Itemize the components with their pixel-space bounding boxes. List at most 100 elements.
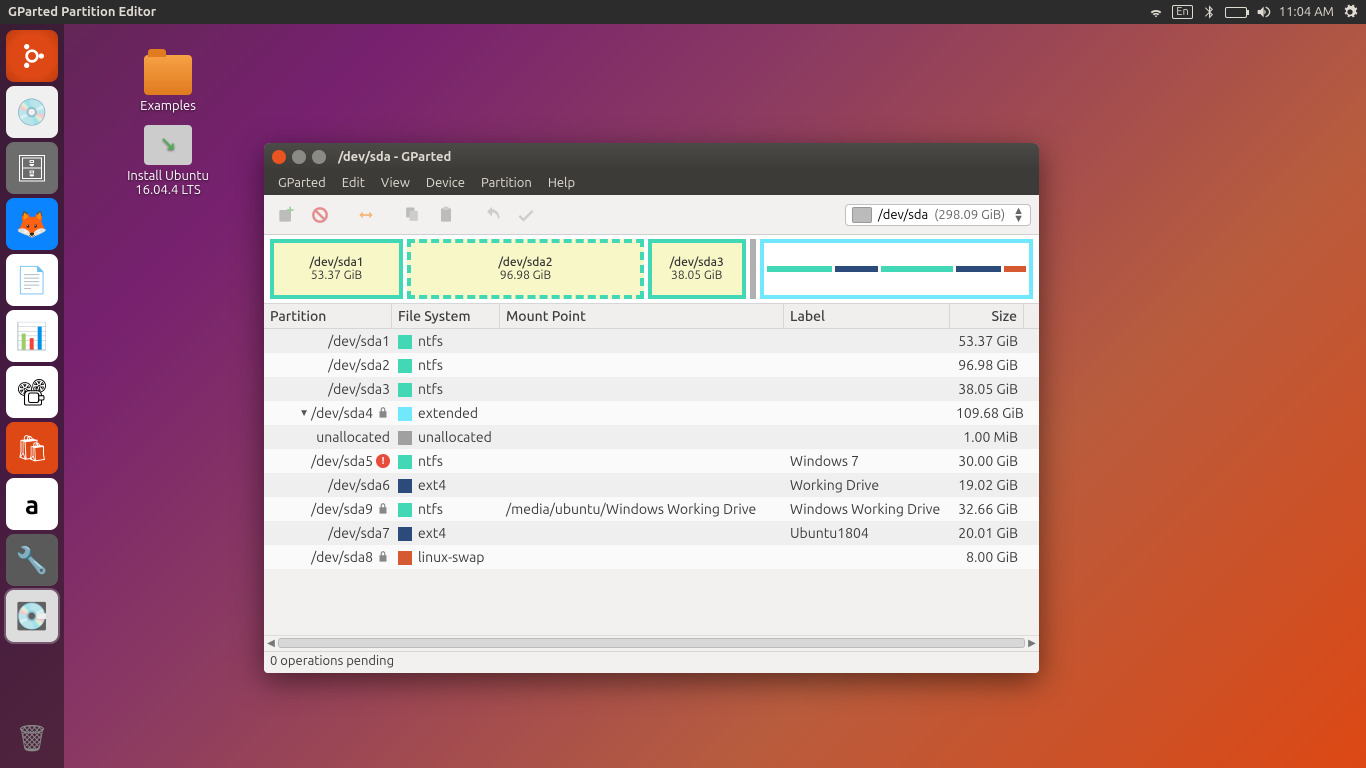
fs-swatch <box>398 335 412 349</box>
launcher-files[interactable]: 🗄 <box>6 142 58 194</box>
table-row[interactable]: /dev/sda5!ntfsWindows 730.00 GiB <box>264 449 1039 473</box>
graphic-block-sda3[interactable]: /dev/sda3 38.05 GiB <box>648 239 746 299</box>
bluetooth-icon[interactable] <box>1201 4 1217 20</box>
partition-label: Windows Working Drive <box>784 501 950 517</box>
fs-swatch <box>398 431 412 445</box>
partition-size: 1.00 MiB <box>950 429 1024 445</box>
partition-size: 53.37 GiB <box>950 333 1024 349</box>
graphic-sub-sda9[interactable] <box>881 266 952 272</box>
header-label[interactable]: Label <box>784 304 950 328</box>
launcher-calc[interactable]: 📊 <box>6 310 58 362</box>
graphic-sub-sda6[interactable] <box>835 266 879 272</box>
table-row[interactable]: ▼/dev/sda4extended109.68 GiB <box>264 401 1039 425</box>
status-text: 0 operations pending <box>270 654 394 668</box>
partition-size: 96.98 GiB <box>950 357 1024 373</box>
desktop-icon-examples[interactable]: Examples <box>118 55 218 113</box>
sound-icon[interactable] <box>1255 4 1271 20</box>
menu-device[interactable]: Device <box>418 176 473 190</box>
partition-label: Windows 7 <box>784 453 950 469</box>
new-partition-button[interactable] <box>272 201 300 229</box>
header-size[interactable]: Size <box>950 304 1024 328</box>
lock-icon <box>376 406 390 420</box>
table-row[interactable]: unallocatedunallocated1.00 MiB <box>264 425 1039 449</box>
delete-partition-button[interactable] <box>306 201 334 229</box>
fs-swatch <box>398 527 412 541</box>
language-indicator[interactable]: En <box>1172 5 1192 19</box>
graphic-block-unalloc[interactable] <box>750 239 756 299</box>
menu-view[interactable]: View <box>373 176 418 190</box>
launcher-writer[interactable]: 📄 <box>6 254 58 306</box>
titlebar[interactable]: /dev/sda - GParted <box>264 143 1039 171</box>
top-panel-title: GParted Partition Editor <box>8 5 156 19</box>
spinner-icon[interactable]: ▲▼ <box>1013 207 1024 223</box>
header-partition[interactable]: Partition <box>264 304 392 328</box>
partition-size: 20.01 GiB <box>950 525 1024 541</box>
undo-button[interactable] <box>478 201 506 229</box>
graphic-block-sda1[interactable]: /dev/sda1 53.37 GiB <box>270 239 403 299</box>
tree-toggle-icon[interactable]: ▼ <box>299 407 309 419</box>
menu-edit[interactable]: Edit <box>334 176 373 190</box>
graphic-sub-sda8[interactable] <box>1004 266 1026 272</box>
scroll-right-icon[interactable]: ▶ <box>1026 637 1038 649</box>
launcher-impress[interactable]: 📽 <box>6 366 58 418</box>
table-header: Partition File System Mount Point Label … <box>264 303 1039 329</box>
paste-button[interactable] <box>432 201 460 229</box>
clock[interactable]: 11:04 AM <box>1279 5 1334 19</box>
header-mountpoint[interactable]: Mount Point <box>500 304 784 328</box>
launcher-firefox[interactable]: 🦊 <box>6 198 58 250</box>
device-selector[interactable]: /dev/sda (298.09 GiB) ▲▼ <box>845 204 1031 226</box>
scroll-left-icon[interactable]: ◀ <box>265 637 277 649</box>
install-icon <box>144 125 192 165</box>
header-filesystem[interactable]: File System <box>392 304 500 328</box>
menu-help[interactable]: Help <box>540 176 583 190</box>
launcher-software[interactable]: 🛍 <box>6 422 58 474</box>
scrollbar-thumb[interactable] <box>278 638 1025 648</box>
maximize-button[interactable] <box>312 150 326 164</box>
apply-button[interactable] <box>512 201 540 229</box>
table-row[interactable]: /dev/sda9ntfs/media/ubuntu/Windows Worki… <box>264 497 1039 521</box>
table-row[interactable]: /dev/sda1ntfs53.37 GiB <box>264 329 1039 353</box>
partition-name: /dev/sda4 <box>311 405 373 421</box>
partition-label: Working Drive <box>784 477 950 493</box>
network-icon[interactable] <box>1148 4 1164 20</box>
copy-button[interactable] <box>398 201 426 229</box>
partition-size: 8.00 GiB <box>950 549 1024 565</box>
partition-size: 38.05 GiB <box>950 381 1024 397</box>
fs-swatch <box>398 455 412 469</box>
launcher-amazon[interactable]: a <box>6 478 58 530</box>
resize-button[interactable] <box>352 201 380 229</box>
launcher-dash[interactable] <box>6 30 58 82</box>
table-row[interactable]: /dev/sda8linux-swap8.00 GiB <box>264 545 1039 569</box>
graphic-sub-sda7[interactable] <box>956 266 1002 272</box>
partition-size: 109.68 GiB <box>950 405 1024 421</box>
minimize-button[interactable] <box>292 150 306 164</box>
launcher-install[interactable]: 💿 <box>6 86 58 138</box>
table-row[interactable]: /dev/sda2ntfs96.98 GiB <box>264 353 1039 377</box>
warning-icon: ! <box>376 454 390 468</box>
lock-icon <box>376 550 390 564</box>
menu-partition[interactable]: Partition <box>473 176 540 190</box>
launcher-gparted[interactable]: 💽 <box>6 590 58 642</box>
table-row[interactable]: /dev/sda3ntfs38.05 GiB <box>264 377 1039 401</box>
close-button[interactable] <box>272 150 286 164</box>
desktop-icon-install[interactable]: Install Ubuntu 16.04.4 LTS <box>106 125 230 197</box>
partition-size: 32.66 GiB <box>950 501 1024 517</box>
battery-icon[interactable] <box>1225 7 1247 18</box>
graphic-block-sda2[interactable]: /dev/sda2 96.98 GiB <box>407 239 644 299</box>
launcher-trash[interactable]: 🗑 <box>6 712 58 764</box>
horizontal-scrollbar[interactable]: ◀ ▶ <box>264 635 1039 651</box>
desktop-icon-label: Examples <box>140 99 196 113</box>
fs-swatch <box>398 503 412 517</box>
partition-table: Partition File System Mount Point Label … <box>264 303 1039 569</box>
gear-icon[interactable] <box>1342 4 1358 20</box>
top-panel: GParted Partition Editor En 11:04 AM <box>0 0 1366 24</box>
partition-name: /dev/sda7 <box>328 525 390 541</box>
graphic-sub-sda5[interactable] <box>767 266 832 272</box>
table-row[interactable]: /dev/sda6ext4Working Drive19.02 GiB <box>264 473 1039 497</box>
menu-gparted[interactable]: GParted <box>270 176 334 190</box>
partition-size: 30.00 GiB <box>950 453 1024 469</box>
table-row[interactable]: /dev/sda7ext4Ubuntu180420.01 GiB <box>264 521 1039 545</box>
launcher-settings[interactable]: 🔧 <box>6 534 58 586</box>
fs-name: linux-swap <box>418 549 484 565</box>
graphic-block-extended[interactable] <box>760 239 1034 299</box>
